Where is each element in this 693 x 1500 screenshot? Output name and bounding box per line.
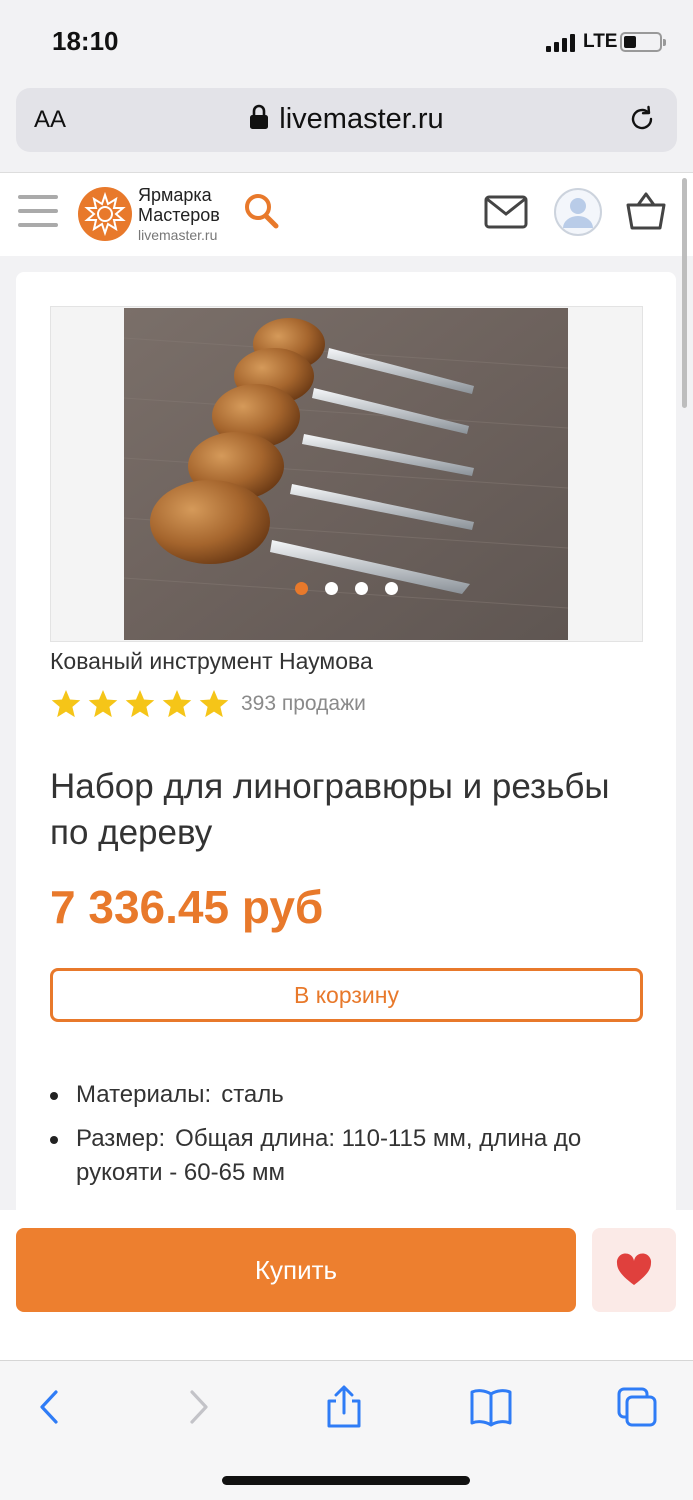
star-icon xyxy=(199,690,229,718)
signal-icon xyxy=(546,34,576,52)
product-photo[interactable] xyxy=(124,308,568,640)
status-bar: 18:10 LTE xyxy=(0,0,693,84)
property-key: Материалы: xyxy=(76,1081,212,1108)
logo-text[interactable]: Ярмарка Мастеров livemaster.ru xyxy=(138,185,220,245)
property-item: Размер: Общая длина: 110-115 мм, длина до… xyxy=(50,1122,650,1190)
url-text: livemaster.ru xyxy=(279,103,444,135)
product-properties: Материалы: сталь Размер: Общая длина: 110-… xyxy=(50,1078,650,1200)
search-icon[interactable] xyxy=(243,192,281,232)
logo-line-1: Ярмарка xyxy=(138,185,212,205)
sales-count: 393 продажи xyxy=(241,692,366,715)
star-icon xyxy=(125,690,155,718)
gallery-dot[interactable] xyxy=(385,582,398,595)
star-icon xyxy=(88,690,118,718)
star-icon xyxy=(162,690,192,718)
scrollbar[interactable] xyxy=(682,178,687,408)
logo-domain: livemaster.ru xyxy=(138,227,218,243)
network-label: LTE xyxy=(583,31,618,52)
star-icon xyxy=(51,690,81,718)
gallery-dot[interactable] xyxy=(295,582,308,595)
basket-icon[interactable] xyxy=(625,191,667,231)
heart-icon xyxy=(616,1253,652,1285)
add-to-cart-button[interactable]: В корзину xyxy=(50,968,643,1022)
bookmarks-icon[interactable] xyxy=(468,1384,514,1430)
product-title: Набор для линогравюры и резьбы по дереву xyxy=(50,767,610,852)
battery-icon xyxy=(620,32,666,52)
favorite-button[interactable] xyxy=(592,1228,676,1312)
menu-icon[interactable] xyxy=(18,195,58,231)
product-price: 7 336.45 руб xyxy=(50,881,324,933)
reload-icon[interactable] xyxy=(627,104,657,134)
gallery-dot[interactable] xyxy=(355,582,368,595)
home-indicator xyxy=(222,1476,470,1485)
shop-name-link[interactable]: Кованый инструмент Наумова xyxy=(50,648,373,675)
property-item: Материалы: сталь xyxy=(50,1078,650,1112)
buy-button[interactable]: Купить xyxy=(16,1228,576,1312)
user-avatar-icon[interactable] xyxy=(553,187,603,237)
property-key: Размер: xyxy=(76,1125,166,1152)
property-value: сталь xyxy=(221,1081,284,1108)
url-field[interactable]: livemaster.ru xyxy=(16,103,677,136)
tabs-icon[interactable] xyxy=(614,1384,660,1430)
logo-line-2: Мастеров xyxy=(138,205,220,225)
lock-icon xyxy=(250,105,269,130)
mail-icon[interactable] xyxy=(484,195,528,229)
back-icon[interactable] xyxy=(28,1384,74,1430)
status-time: 18:10 xyxy=(52,26,119,56)
forward-icon[interactable] xyxy=(174,1384,220,1430)
address-bar[interactable]: AA livemaster.ru xyxy=(16,88,677,152)
share-icon[interactable] xyxy=(321,1384,367,1430)
gallery-dot[interactable] xyxy=(325,582,338,595)
logo-icon[interactable] xyxy=(78,187,132,241)
